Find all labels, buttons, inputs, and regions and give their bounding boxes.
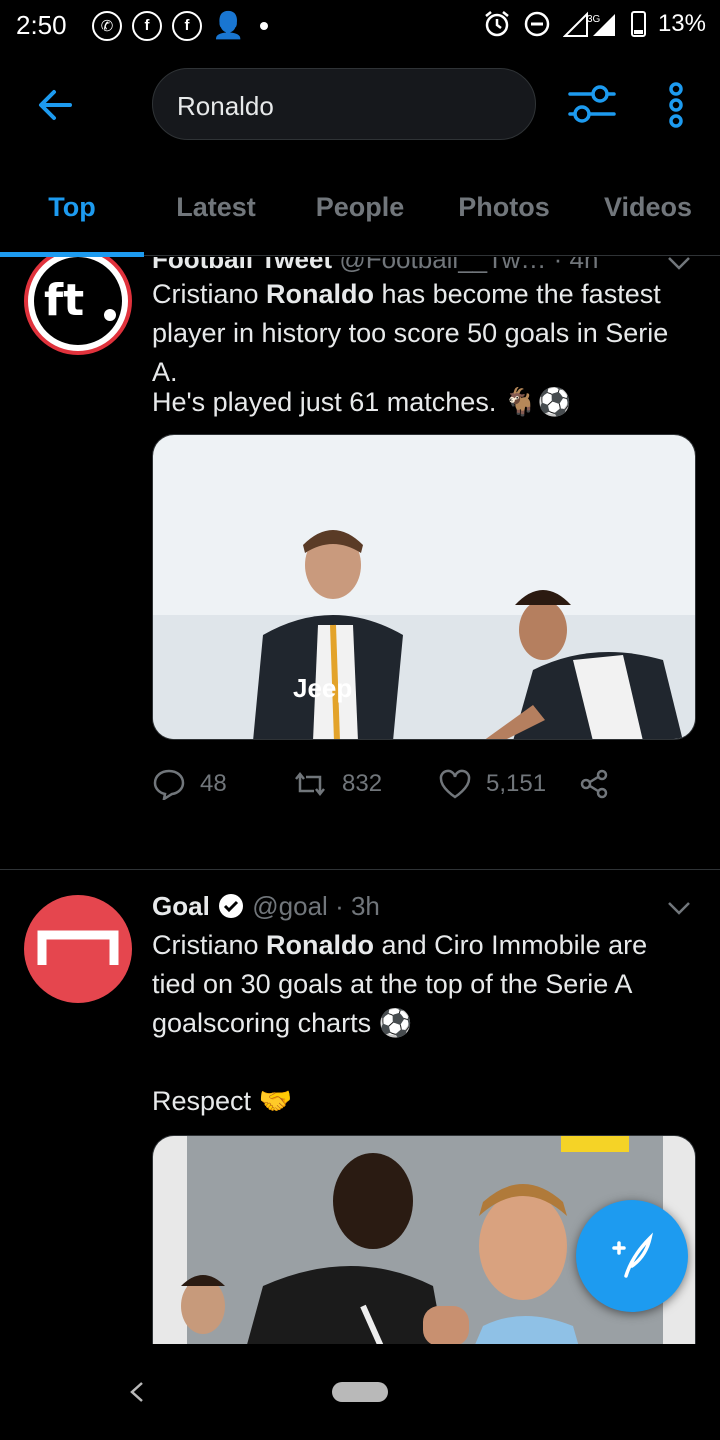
search-input[interactable]: Ronaldo <box>152 68 536 140</box>
compose-feather-icon <box>612 1232 654 1278</box>
tweet-header: Football Tweet @Football__Tw… · 4h <box>152 257 598 275</box>
search-highlight: Ronaldo <box>266 279 375 309</box>
notification-icons: ✆ f f 👤 <box>92 10 269 41</box>
tweet-time: 3h <box>350 891 380 921</box>
do-not-disturb-icon <box>524 11 550 37</box>
heart-icon <box>439 769 471 799</box>
avatar[interactable]: ft <box>24 257 132 355</box>
search-highlight: Ronaldo <box>266 930 375 960</box>
chevron-down-icon[interactable] <box>666 900 692 916</box>
tweet-time: 4h <box>569 257 599 274</box>
add-user-icon: 👤 <box>212 10 245 40</box>
tweet-header: Goal @goal · 3h <box>152 891 380 922</box>
tab-photos[interactable]: Photos <box>432 176 576 256</box>
status-bar: 2:50 ✆ f f 👤 3G 13% <box>0 0 720 52</box>
arrow-left-icon <box>39 90 72 120</box>
footballers-photo: Jeep <box>153 435 695 739</box>
system-icons: 3G 13% <box>483 10 706 38</box>
reply-bubble-icon <box>153 769 185 800</box>
reply-button[interactable]: 48 <box>152 768 292 800</box>
avatar[interactable] <box>24 895 132 1003</box>
nav-home-pill[interactable] <box>332 1382 388 1402</box>
battery-icon <box>630 11 646 37</box>
author-name[interactable]: Goal <box>152 891 210 921</box>
svg-text:ft: ft <box>44 275 84 326</box>
tweet[interactable]: ft Football Tweet @Football__Tw… · 4h Cr… <box>0 257 720 869</box>
whatsapp-icon: ✆ <box>92 10 122 41</box>
tab-top[interactable]: Top <box>0 176 144 257</box>
overflow-dots-icon <box>669 82 683 128</box>
reply-count: 48 <box>200 770 227 797</box>
facebook-icon: f <box>132 10 162 41</box>
signal-icon: 3G <box>562 11 615 37</box>
tweet-text: Cristiano Ronaldo and Ciro Immobile are … <box>152 926 697 1043</box>
like-button[interactable]: 5,151 <box>438 768 578 800</box>
compose-tweet-button[interactable] <box>576 1200 688 1312</box>
more-notifications-dot <box>260 21 269 30</box>
battery-percent: 13% <box>657 10 706 37</box>
search-filter-button[interactable] <box>564 80 620 130</box>
retweet-button[interactable]: 832 <box>292 769 438 799</box>
tweet-text-line2: Respect 🤝 <box>152 1086 293 1116</box>
tab-people[interactable]: People <box>288 176 432 256</box>
status-time: 2:50 <box>16 10 67 40</box>
share-icon <box>580 769 608 799</box>
separator: · <box>553 257 570 274</box>
tweet-text-part: Cristiano <box>152 279 267 309</box>
goal-logo <box>37 930 119 965</box>
tab-latest[interactable]: Latest <box>144 176 288 256</box>
tweet-actions: 48 832 5,151 <box>152 768 610 800</box>
svg-text:3G: 3G <box>587 14 601 25</box>
verified-badge-icon <box>219 894 244 918</box>
author-handle: @Football__Tw… <box>339 257 547 274</box>
chevron-down-icon[interactable] <box>666 257 692 271</box>
back-button[interactable] <box>30 80 80 130</box>
search-tabs: Top Latest People Photos Videos <box>0 176 720 257</box>
facebook-icon-2: f <box>172 10 202 41</box>
tweet-feed[interactable]: ft Football Tweet @Football__Tw… · 4h Cr… <box>0 257 720 1344</box>
share-button[interactable] <box>578 768 610 800</box>
more-options-button[interactable] <box>660 80 692 130</box>
tweet-text-line2: He's played just 61 matches. 🐐⚽ <box>152 387 572 417</box>
like-count: 5,151 <box>486 770 547 797</box>
tab-videos[interactable]: Videos <box>576 176 720 256</box>
football-tweet-logo: ft <box>30 257 126 349</box>
retweet-icon <box>295 771 325 797</box>
author-name[interactable]: Football Tweet <box>152 257 332 274</box>
tweet-text-part: Cristiano <box>152 930 267 960</box>
search-query: Ronaldo <box>177 91 274 121</box>
tweet-image[interactable]: Jeep <box>152 434 696 740</box>
retweet-count: 832 <box>342 770 383 797</box>
separator: · <box>335 891 351 921</box>
nav-back-icon[interactable] <box>126 1380 150 1404</box>
alarm-icon <box>485 11 509 37</box>
tweet-text: Cristiano Ronaldo has become the fastest… <box>152 275 697 392</box>
svg-text:Jeep: Jeep <box>293 673 352 703</box>
author-handle: @goal <box>252 891 328 921</box>
filter-sliders-icon <box>568 85 616 123</box>
